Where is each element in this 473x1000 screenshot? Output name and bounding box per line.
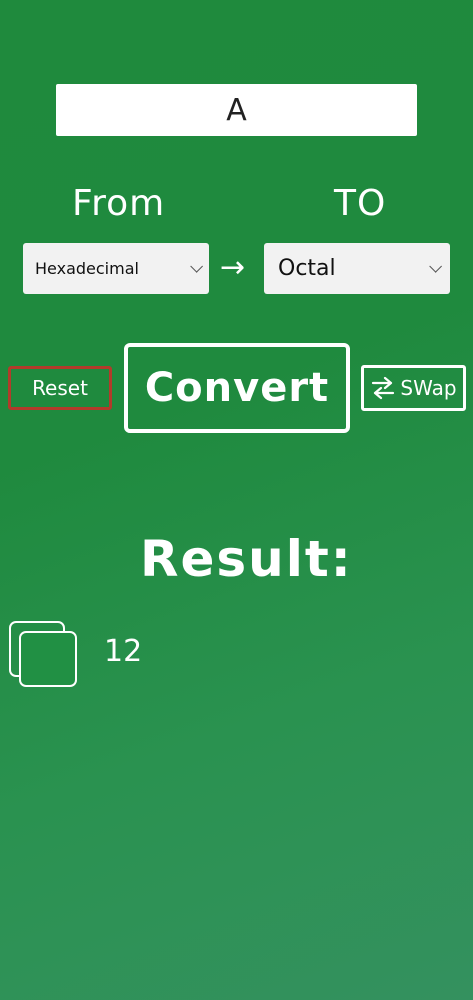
swap-button[interactable]: SWap xyxy=(361,365,466,411)
reset-button-label: Reset xyxy=(32,376,88,400)
number-input[interactable] xyxy=(56,83,417,137)
from-base-selected: Hexadecimal xyxy=(35,259,139,278)
copy-icon[interactable] xyxy=(8,620,78,688)
to-label: TO xyxy=(334,183,387,224)
chevron-down-icon xyxy=(429,260,442,273)
result-heading: Result: xyxy=(140,530,353,588)
reset-button[interactable]: Reset xyxy=(8,366,112,410)
convert-button[interactable]: Convert xyxy=(124,343,350,433)
chevron-down-icon xyxy=(190,260,203,273)
convert-button-label: Convert xyxy=(144,365,330,411)
from-label: From xyxy=(72,183,166,224)
to-base-select[interactable]: Octal xyxy=(264,243,450,294)
number-input-box[interactable] xyxy=(56,83,417,137)
swap-arrows-icon xyxy=(372,376,395,400)
to-base-selected: Octal xyxy=(278,256,336,281)
result-value: 12 xyxy=(104,634,143,669)
right-arrow-icon: → xyxy=(220,250,246,285)
from-base-select[interactable]: Hexadecimal xyxy=(23,243,209,294)
swap-button-label: SWap xyxy=(400,376,457,400)
